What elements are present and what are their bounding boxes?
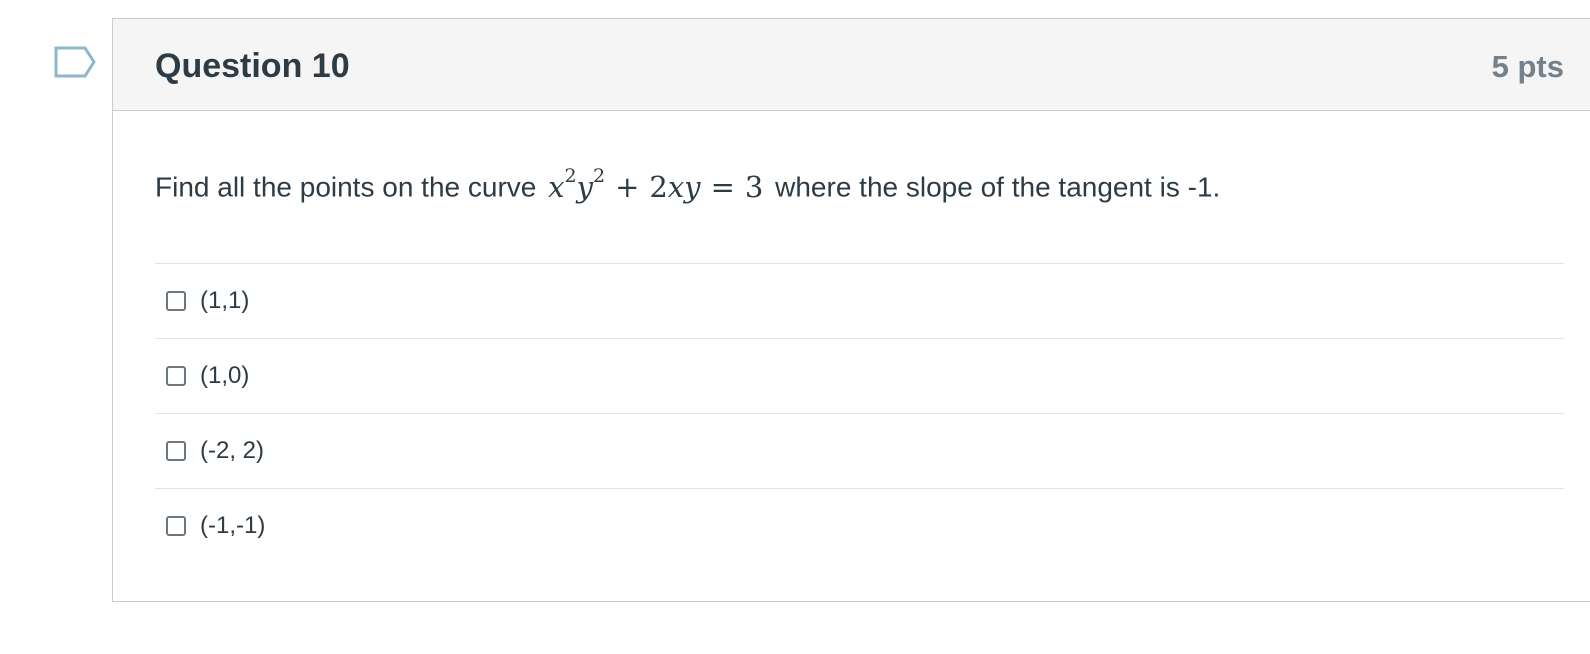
answer-checkbox[interactable] — [166, 366, 186, 386]
answer-checkbox[interactable] — [166, 441, 186, 461]
question-header: Question 10 5 pts — [113, 19, 1590, 111]
eq-plus: + — [615, 169, 640, 204]
eq-xy: xy — [667, 169, 701, 204]
flag-question-icon[interactable] — [54, 46, 96, 78]
answer-list: (1,1) (1,0) (-2, 2) (-1,-1) — [155, 263, 1564, 563]
eq-rhs: 3 — [744, 169, 764, 204]
question-points: 5 pts — [1491, 49, 1564, 84]
question-card: Question 10 5 pts Find all the points on… — [112, 18, 1590, 602]
question-text: Find all the points on the curve x2y2 +2x… — [155, 165, 1221, 204]
question-text-after: where the slope of the tangent is -1. — [775, 171, 1221, 203]
eq-equals: = — [710, 169, 735, 204]
question-text-before: Find all the points on the curve — [155, 171, 537, 203]
answer-checkbox[interactable] — [166, 291, 186, 311]
answer-option[interactable]: (1,1) — [155, 264, 1564, 339]
eq-x: x — [548, 169, 565, 204]
eq-coef: 2 — [649, 169, 668, 204]
answer-label: (1,1) — [200, 287, 250, 314]
question-equation: x2y2 +2xy = 3 — [548, 165, 764, 204]
answer-checkbox[interactable] — [166, 516, 186, 536]
answer-option[interactable]: (1,0) — [155, 339, 1564, 414]
answer-option[interactable]: (-1,-1) — [155, 489, 1564, 563]
answer-label: (-2, 2) — [200, 437, 265, 464]
answer-option[interactable]: (-2, 2) — [155, 414, 1564, 489]
answer-label: (1,0) — [200, 362, 250, 389]
eq-exp-x: 2 — [564, 165, 577, 187]
answer-label: (-1,-1) — [200, 512, 266, 539]
question-title: Question 10 — [155, 47, 350, 85]
eq-exp-y: 2 — [592, 165, 606, 187]
eq-y: y — [576, 169, 593, 204]
